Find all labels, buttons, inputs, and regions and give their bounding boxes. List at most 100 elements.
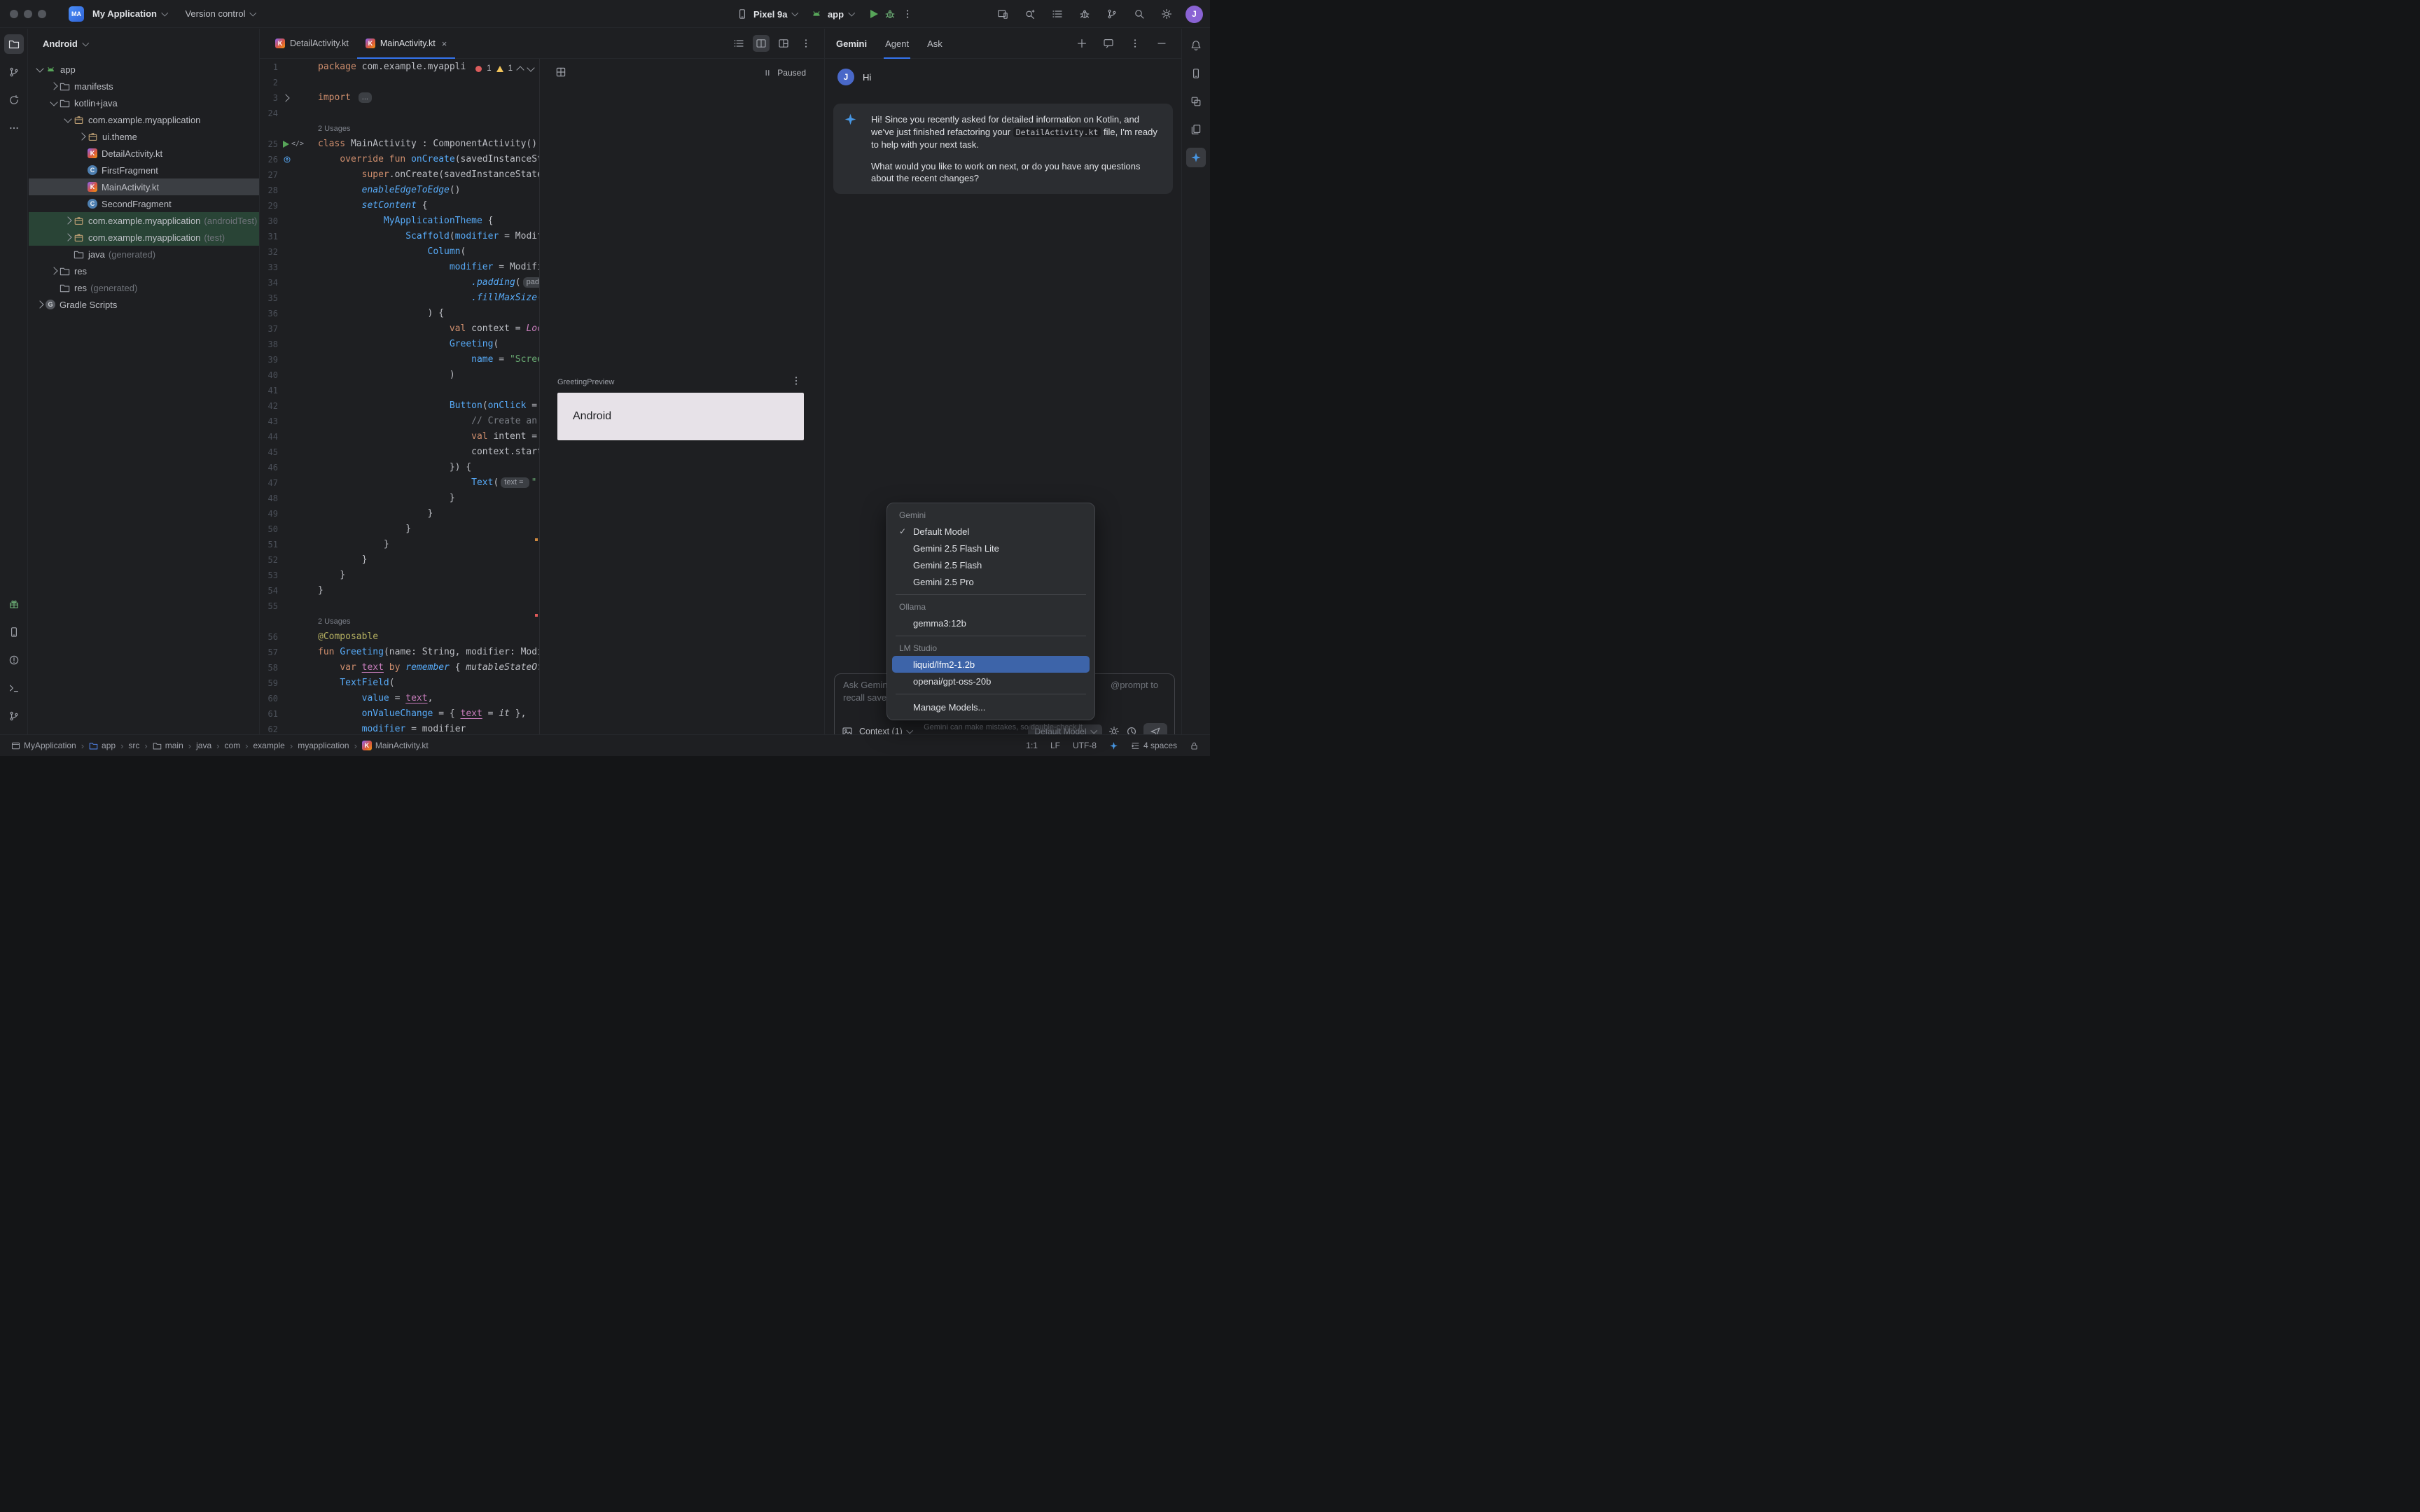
code-line-29[interactable]: setContent { — [318, 198, 539, 214]
tree-item-java-generated[interactable]: java(generated) — [29, 246, 259, 262]
fold-region-icon[interactable] — [281, 94, 289, 102]
tree-item-com-example-myapplication-test[interactable]: com.example.myapplication(test) — [29, 229, 259, 246]
code-editor[interactable]: 1package com.example.myappli23import ...… — [260, 59, 540, 734]
editor-more-button[interactable] — [798, 35, 814, 52]
split-editor-button[interactable] — [753, 35, 770, 52]
close-tab-icon[interactable]: × — [442, 38, 447, 49]
breadcrumb-myapplication[interactable]: MyApplication — [11, 741, 76, 750]
usages-inlay-hint[interactable]: 2 Usages — [318, 121, 350, 136]
code-line-56[interactable]: @Composable — [318, 629, 539, 645]
code-line-50[interactable]: } — [318, 522, 539, 537]
code-line-28[interactable]: enableEdgeToEdge() — [318, 183, 539, 198]
file-reference-chip[interactable]: DetailActivity.kt — [1013, 127, 1101, 137]
gemini-button[interactable] — [1186, 148, 1206, 167]
version-control-tool-button[interactable] — [4, 706, 24, 726]
tree-item-ui-theme[interactable]: ui.theme — [29, 128, 259, 145]
breadcrumb-app[interactable]: app — [89, 741, 116, 750]
code-line-44[interactable]: val intent = — [318, 429, 539, 444]
code-line-52[interactable]: } — [318, 552, 539, 568]
code-line-38[interactable]: Greeting( — [318, 337, 539, 352]
profiler-button[interactable] — [1076, 6, 1093, 22]
code-line-32[interactable]: Column( — [318, 244, 539, 260]
layout-inspector-button[interactable] — [1186, 92, 1206, 111]
tab-ask[interactable]: Ask — [927, 29, 943, 58]
tree-item-detailactivity-kt[interactable]: KDetailActivity.kt — [29, 145, 259, 162]
editor-tab-detailactivity-kt[interactable]: KDetailActivity.kt — [267, 29, 357, 58]
tree-item-gradle-scripts[interactable]: GGradle Scripts — [29, 296, 259, 313]
breadcrumb-main[interactable]: main — [153, 741, 183, 750]
tree-item-firstfragment[interactable]: CFirstFragment — [29, 162, 259, 178]
settings-button[interactable] — [1158, 6, 1175, 22]
editor-tab-mainactivity-kt[interactable]: KMainActivity.kt× — [357, 29, 456, 58]
project-view-selector[interactable]: Android — [29, 29, 259, 59]
close-window-icon[interactable] — [10, 10, 18, 18]
run-button[interactable] — [870, 10, 878, 18]
running-devices-button[interactable] — [1186, 64, 1206, 83]
model-option-default-model[interactable]: ✓Default Model — [892, 523, 1090, 540]
caret-position[interactable]: 1:1 — [1026, 741, 1038, 750]
code-line-51[interactable]: } — [318, 537, 539, 552]
indentation[interactable]: 4 spaces — [1131, 741, 1177, 750]
code-line-57[interactable]: fun Greeting(name: String, modifier: Mod… — [318, 645, 539, 660]
breadcrumb-src[interactable]: src — [128, 741, 139, 750]
preview-paused-chip[interactable]: Paused — [762, 67, 806, 78]
breadcrumb-com[interactable]: com — [224, 741, 240, 750]
code-line-30[interactable]: MyApplicationTheme { — [318, 214, 539, 229]
tree-item-res-generated[interactable]: res(generated) — [29, 279, 259, 296]
debug-button-icon[interactable] — [884, 8, 896, 20]
hide-panel-button[interactable] — [1153, 35, 1170, 52]
preview-view-mode-icon[interactable] — [555, 66, 566, 78]
model-option-gemini-2-5-flash-lite[interactable]: Gemini 2.5 Flash Lite — [892, 540, 1090, 556]
code-line-61[interactable]: onValueChange = { text = it }, — [318, 706, 539, 722]
sync-tool-button[interactable] — [4, 90, 24, 110]
window-controls[interactable] — [10, 10, 52, 18]
scrollbar-error-mark[interactable] — [535, 614, 538, 617]
scrollbar-warning-mark[interactable] — [535, 538, 538, 541]
code-line-43[interactable]: // Create an — [318, 414, 539, 429]
code-line-40[interactable]: ) — [318, 368, 539, 383]
tree-item-manifests[interactable]: manifests — [29, 78, 259, 94]
task-list-button[interactable] — [1049, 6, 1066, 22]
device-mirror-button[interactable] — [994, 6, 1011, 22]
minimize-window-icon[interactable] — [24, 10, 32, 18]
run-more-icon[interactable] — [902, 8, 913, 20]
chat-history-button[interactable] — [1100, 35, 1117, 52]
code-line-36[interactable]: ) { — [318, 306, 539, 321]
code-line-59[interactable]: TextField( — [318, 676, 539, 691]
readonly-toggle[interactable] — [1190, 741, 1199, 750]
manage-models-option[interactable]: Manage Models... — [892, 699, 1090, 715]
model-option-openai-gpt-oss-20b[interactable]: openai/gpt-oss-20b — [892, 673, 1090, 690]
tree-item-res[interactable]: res — [29, 262, 259, 279]
code-line-53[interactable]: } — [318, 568, 539, 583]
code-line-39[interactable]: name = "Scree — [318, 352, 539, 368]
model-option-gemma3-12b[interactable]: gemma3:12b — [892, 615, 1090, 631]
code-line-37[interactable]: val context = Loc — [318, 321, 539, 337]
more-tool-windows-button[interactable] — [4, 118, 24, 138]
breadcrumb-myapplication[interactable]: myapplication — [298, 741, 349, 750]
maximize-window-icon[interactable] — [38, 10, 46, 18]
code-line-3[interactable]: import ... — [318, 90, 539, 106]
search-button[interactable] — [1131, 6, 1148, 22]
vcs-widget[interactable]: Version control — [185, 8, 256, 19]
code-line-31[interactable]: Scaffold(modifier = Modif — [318, 229, 539, 244]
ai-search-button[interactable] — [1022, 6, 1038, 22]
tree-item-kotlin-java[interactable]: kotlin+java — [29, 94, 259, 111]
preview-more-icon[interactable] — [791, 375, 802, 386]
tree-item-app[interactable]: app — [29, 61, 259, 78]
code-line-34[interactable]: .padding(pad — [318, 275, 539, 290]
previous-problem-icon[interactable] — [516, 66, 524, 74]
device-manager-tool-button[interactable] — [4, 622, 24, 642]
new-chat-button[interactable] — [1073, 35, 1090, 52]
device-explorer-button[interactable] — [1186, 120, 1206, 139]
code-line-62[interactable]: modifier = modifier — [318, 722, 539, 734]
code-line-27[interactable]: super.onCreate(savedInstanceState — [318, 167, 539, 183]
branch-button[interactable] — [1104, 6, 1120, 22]
next-problem-icon[interactable] — [527, 64, 534, 71]
run-line-icon[interactable] — [283, 141, 289, 148]
profile-avatar[interactable]: J — [1185, 6, 1203, 23]
run-config-selector[interactable]: app — [811, 8, 854, 20]
notifications-button[interactable] — [1186, 36, 1206, 55]
gemini-more-button[interactable] — [1127, 35, 1143, 52]
tab-agent[interactable]: Agent — [885, 29, 909, 58]
compose-preview-render[interactable]: Android — [557, 393, 804, 440]
